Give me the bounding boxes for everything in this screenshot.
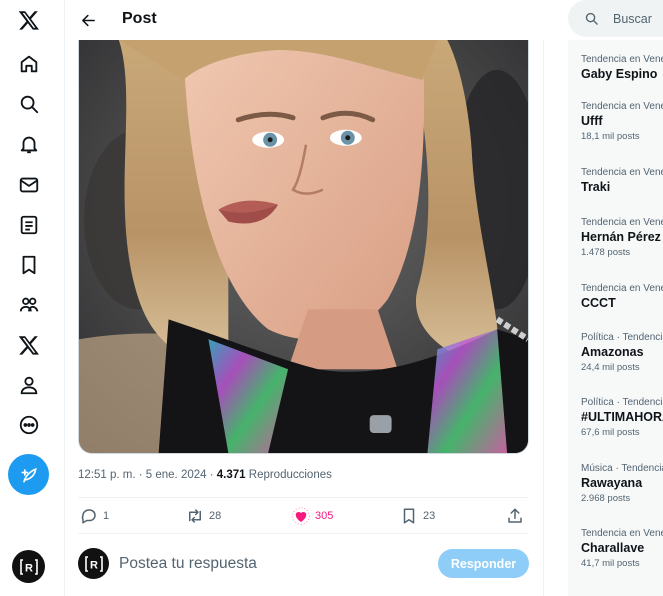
post-metadata: 12:51 p. m. · 5 ene. 2024 · 4.371 Reprod… — [78, 469, 332, 481]
post-image[interactable] — [78, 40, 529, 454]
repost-button[interactable]: 28 — [186, 499, 221, 533]
x-logo-icon[interactable] — [10, 1, 48, 39]
trend-item[interactable]: Tendencia en Venezuela Charallave 41,7 m… — [581, 528, 663, 569]
trend-item[interactable]: Tendencia en Venezuela Gaby Espino — [581, 54, 663, 81]
profile-icon[interactable] — [10, 366, 48, 404]
reply-icon — [81, 509, 96, 524]
repost-icon — [189, 509, 201, 523]
post-time[interactable]: 12:51 p. m. — [78, 469, 136, 481]
home-icon[interactable] — [10, 45, 48, 83]
search-icon — [585, 12, 598, 25]
right-sidebar: Buscar Tendencia en Venezuela Gaby Espin… — [568, 0, 663, 596]
list-icon[interactable] — [10, 206, 48, 244]
svg-text:R: R — [90, 559, 98, 571]
reply-avatar: R — [78, 548, 109, 579]
svg-text:R: R — [25, 562, 33, 574]
views-count: 4.371 — [216, 469, 246, 481]
bookmark-icon[interactable] — [10, 246, 48, 284]
portrait-photo — [79, 40, 528, 453]
like-button[interactable]: 305 — [292, 499, 333, 533]
search-box[interactable]: Buscar — [568, 0, 663, 37]
views-label: Reproducciones — [245, 469, 332, 481]
divider — [78, 533, 529, 534]
bookmark-icon — [403, 508, 415, 524]
compose-button[interactable] — [8, 454, 49, 495]
trend-item[interactable]: Tendencia en Venezuela Ufff 18,1 mil pos… — [581, 101, 663, 142]
arrow-left-icon — [81, 14, 95, 26]
trend-item[interactable]: Tendencia en Venezuela CCCT — [581, 283, 663, 310]
bell-icon[interactable] — [10, 125, 48, 163]
bookmark-count: 23 — [423, 510, 436, 522]
post-date[interactable]: 5 ene. 2024 — [146, 469, 207, 481]
search-icon[interactable] — [10, 85, 48, 123]
bookmark-button[interactable]: 23 — [400, 499, 435, 533]
post-detail: Post 12:51 p. m. · 5 ene. 2024 · 4.371 R… — [65, 0, 544, 596]
divider — [78, 497, 529, 498]
account-logo-icon: R — [84, 555, 103, 572]
heart-icon — [292, 507, 310, 525]
trend-item[interactable]: Política · Tendencia #ULTIMAHORA 67,6 mi… — [581, 397, 663, 438]
reply-count: 1 — [103, 510, 110, 522]
trend-item[interactable]: Política · Tendencia Amazonas 24,4 mil p… — [581, 332, 663, 373]
trend-item[interactable]: Música · Tendencia Rawayana 2.968 posts — [581, 463, 663, 504]
trends-panel: Tendencia en Venezuela Gaby Espino Tende… — [568, 40, 663, 596]
search-placeholder: Buscar — [613, 11, 652, 26]
trend-item[interactable]: Tendencia en Venezuela Traki — [581, 167, 663, 194]
page-title: Post — [122, 10, 157, 27]
reply-submit-button[interactable]: Responder — [438, 549, 529, 578]
share-button[interactable] — [506, 499, 524, 533]
premium-x-icon[interactable] — [10, 326, 48, 364]
communities-icon[interactable] — [10, 286, 48, 324]
back-button[interactable] — [75, 7, 101, 33]
mail-icon[interactable] — [10, 166, 48, 204]
more-icon[interactable] — [10, 406, 48, 444]
share-icon — [508, 508, 522, 523]
like-count: 305 — [315, 510, 334, 522]
post-actions: 1 28 305 23 — [78, 499, 529, 533]
account-avatar[interactable]: R — [12, 550, 45, 583]
reply-input[interactable] — [119, 552, 419, 576]
account-logo-icon: R — [19, 558, 38, 575]
trend-item[interactable]: Tendencia en Venezuela Hernán Pérez 1.47… — [581, 217, 663, 258]
page-header: Post — [65, 0, 544, 40]
feather-plus-icon — [21, 467, 37, 482]
reply-button[interactable]: 1 — [80, 499, 109, 533]
repost-count: 28 — [209, 510, 222, 522]
left-nav: R — [0, 0, 58, 596]
